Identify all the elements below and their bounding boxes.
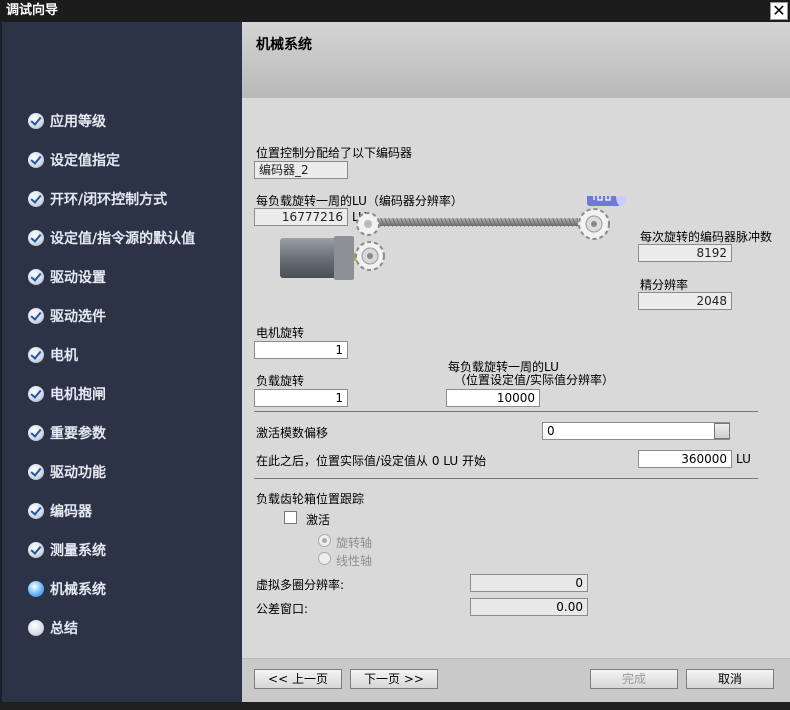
check-icon bbox=[28, 152, 44, 168]
sidebar-item-label: 驱动功能 bbox=[50, 465, 106, 481]
check-icon bbox=[28, 230, 44, 246]
sidebar-item-summary[interactable]: 总结 bbox=[28, 617, 78, 639]
virtual-multiturn-label: 虚拟多圈分辨率: bbox=[256, 578, 345, 592]
sidebar-item-control-mode[interactable]: 开环/闭环控制方式 bbox=[28, 188, 167, 210]
sidebar-item-drive-settings[interactable]: 驱动设置 bbox=[28, 266, 106, 288]
check-icon bbox=[28, 113, 44, 129]
linear-axis-radio[interactable] bbox=[318, 552, 331, 565]
cancel-button[interactable]: 取消 bbox=[686, 669, 774, 689]
page-header: 机械系统 bbox=[242, 22, 790, 98]
window-titlebar: 调试向导 ✕ bbox=[0, 0, 790, 22]
modulo-start-input[interactable]: 360000 bbox=[638, 450, 732, 468]
sidebar-item-label: 总结 bbox=[50, 621, 78, 637]
check-icon bbox=[28, 542, 44, 558]
sidebar-item-application-class[interactable]: 应用等级 bbox=[28, 110, 106, 132]
modulo-unit-label: LU bbox=[736, 452, 751, 466]
sidebar-item-drive-options[interactable]: 驱动选件 bbox=[28, 305, 106, 327]
rotary-axis-label: 旋转轴 bbox=[336, 536, 373, 550]
pending-step-icon bbox=[28, 620, 44, 636]
check-icon bbox=[28, 386, 44, 402]
current-step-icon bbox=[28, 581, 44, 597]
check-icon bbox=[28, 308, 44, 324]
encoder-pulses-label: 每次旋转的编码器脉冲数 bbox=[640, 230, 773, 244]
close-icon: ✕ bbox=[772, 1, 786, 20]
check-icon bbox=[28, 503, 44, 519]
modulo-activate-label: 激活模数偏移 bbox=[256, 426, 329, 440]
sidebar-item-label: 重要参数 bbox=[50, 426, 106, 442]
wizard-step-sidebar: 应用等级 设定值指定 开环/闭环控制方式 设定值/指令源的默认值 驱动设置 驱动… bbox=[0, 22, 242, 702]
sidebar-item-measuring-system[interactable]: 测量系统 bbox=[28, 539, 106, 561]
gearbox-activate-label: 激活 bbox=[306, 513, 331, 527]
linear-axis-label: 线性轴 bbox=[336, 554, 373, 568]
sidebar-item-label: 电机抱闸 bbox=[50, 387, 106, 403]
chevron-down-icon[interactable] bbox=[714, 423, 730, 439]
encoder-gear-icon bbox=[578, 208, 610, 240]
motor-gear-icon bbox=[355, 241, 385, 271]
page-title: 机械系统 bbox=[256, 37, 312, 53]
check-icon bbox=[28, 464, 44, 480]
check-icon bbox=[28, 269, 44, 285]
sidebar-item-label: 编码器 bbox=[50, 504, 92, 520]
sidebar-item-important-params[interactable]: 重要参数 bbox=[28, 422, 106, 444]
wizard-footer: << 上一页 下一页 >> 完成 取消 bbox=[242, 658, 790, 702]
sidebar-item-label: 开环/闭环控制方式 bbox=[50, 192, 168, 208]
close-button[interactable]: ✕ bbox=[770, 2, 788, 20]
modulo-select[interactable]: 0 bbox=[542, 422, 730, 440]
modulo-start-label: 在此之后，位置实际值/设定值从 0 LU 开始 bbox=[256, 454, 486, 468]
sidebar-item-label: 测量系统 bbox=[50, 543, 106, 559]
ball-screw bbox=[368, 218, 578, 227]
motor-rev-input[interactable]: 1 bbox=[254, 341, 348, 359]
lu-per-load-rev-input[interactable]: 10000 bbox=[446, 389, 540, 407]
sidebar-item-encoder[interactable]: 编码器 bbox=[28, 500, 92, 522]
gearbox-activate-checkbox[interactable] bbox=[284, 511, 297, 524]
sidebar-item-label: 应用等级 bbox=[50, 114, 106, 130]
motor-illustration bbox=[280, 236, 368, 280]
sidebar-item-setpoint-spec[interactable]: 设定值指定 bbox=[28, 149, 120, 171]
sidebar-item-label: 设定值指定 bbox=[50, 153, 120, 169]
sidebar-item-setpoint-defaults[interactable]: 设定值/指令源的默认值 bbox=[28, 227, 195, 249]
check-icon bbox=[28, 191, 44, 207]
encoder-assigned-label: 位置控制分配给了以下编码器 bbox=[256, 146, 413, 160]
virtual-multiturn-field: 0 bbox=[470, 574, 588, 592]
finish-button[interactable]: 完成 bbox=[590, 669, 678, 689]
lu-per-load-rev-sublabel: （位置设定值/实际值分辨率） bbox=[454, 373, 615, 387]
fine-resolution-label: 精分辨率 bbox=[640, 278, 689, 292]
check-icon bbox=[28, 347, 44, 363]
sidebar-item-drive-functions[interactable]: 驱动功能 bbox=[28, 461, 106, 483]
check-icon bbox=[28, 425, 44, 441]
sidebar-item-motor[interactable]: 电机 bbox=[28, 344, 78, 366]
prev-page-button[interactable]: << 上一页 bbox=[254, 669, 342, 689]
sidebar-item-label: 机械系统 bbox=[50, 582, 106, 598]
sidebar-item-label: 设定值/指令源的默认值 bbox=[50, 231, 196, 247]
encoder-name-field: 编码器_2 bbox=[254, 161, 348, 179]
window-bottom-edge bbox=[0, 702, 790, 710]
load-rev-input[interactable]: 1 bbox=[254, 389, 348, 407]
drivetrain-diagram bbox=[280, 196, 626, 280]
sidebar-item-label: 驱动选件 bbox=[50, 309, 106, 325]
separator bbox=[254, 478, 758, 479]
fine-resolution-field: 2048 bbox=[638, 292, 732, 310]
encoder-pulses-field: 8192 bbox=[638, 244, 732, 262]
tolerance-field: 0.00 bbox=[470, 598, 588, 616]
sidebar-item-mechanics[interactable]: 机械系统 bbox=[28, 578, 106, 600]
encoder-illustration bbox=[587, 196, 626, 206]
mechanics-form: 位置控制分配给了以下编码器 编码器_2 每负载旋转一周的LU（编码器分辨率） 1… bbox=[242, 98, 790, 658]
separator bbox=[254, 411, 758, 412]
window-title: 调试向导 bbox=[6, 3, 59, 18]
rotary-axis-radio[interactable] bbox=[318, 534, 331, 547]
sidebar-item-label: 驱动设置 bbox=[50, 270, 106, 286]
sidebar-item-motor-brake[interactable]: 电机抱闸 bbox=[28, 383, 106, 405]
load-rev-label: 负载旋转 bbox=[256, 374, 305, 388]
gearbox-section-label: 负载齿轮箱位置跟踪 bbox=[256, 492, 365, 506]
next-page-button[interactable]: 下一页 >> bbox=[350, 669, 438, 689]
sidebar-item-label: 电机 bbox=[50, 348, 78, 364]
main-panel: 机械系统 位置控制分配给了以下编码器 编码器_2 每负载旋转一周的LU（编码器分… bbox=[242, 22, 790, 702]
tolerance-label: 公差窗口: bbox=[256, 602, 309, 616]
screw-gear-icon bbox=[356, 212, 380, 236]
motor-rev-label: 电机旋转 bbox=[256, 326, 305, 340]
